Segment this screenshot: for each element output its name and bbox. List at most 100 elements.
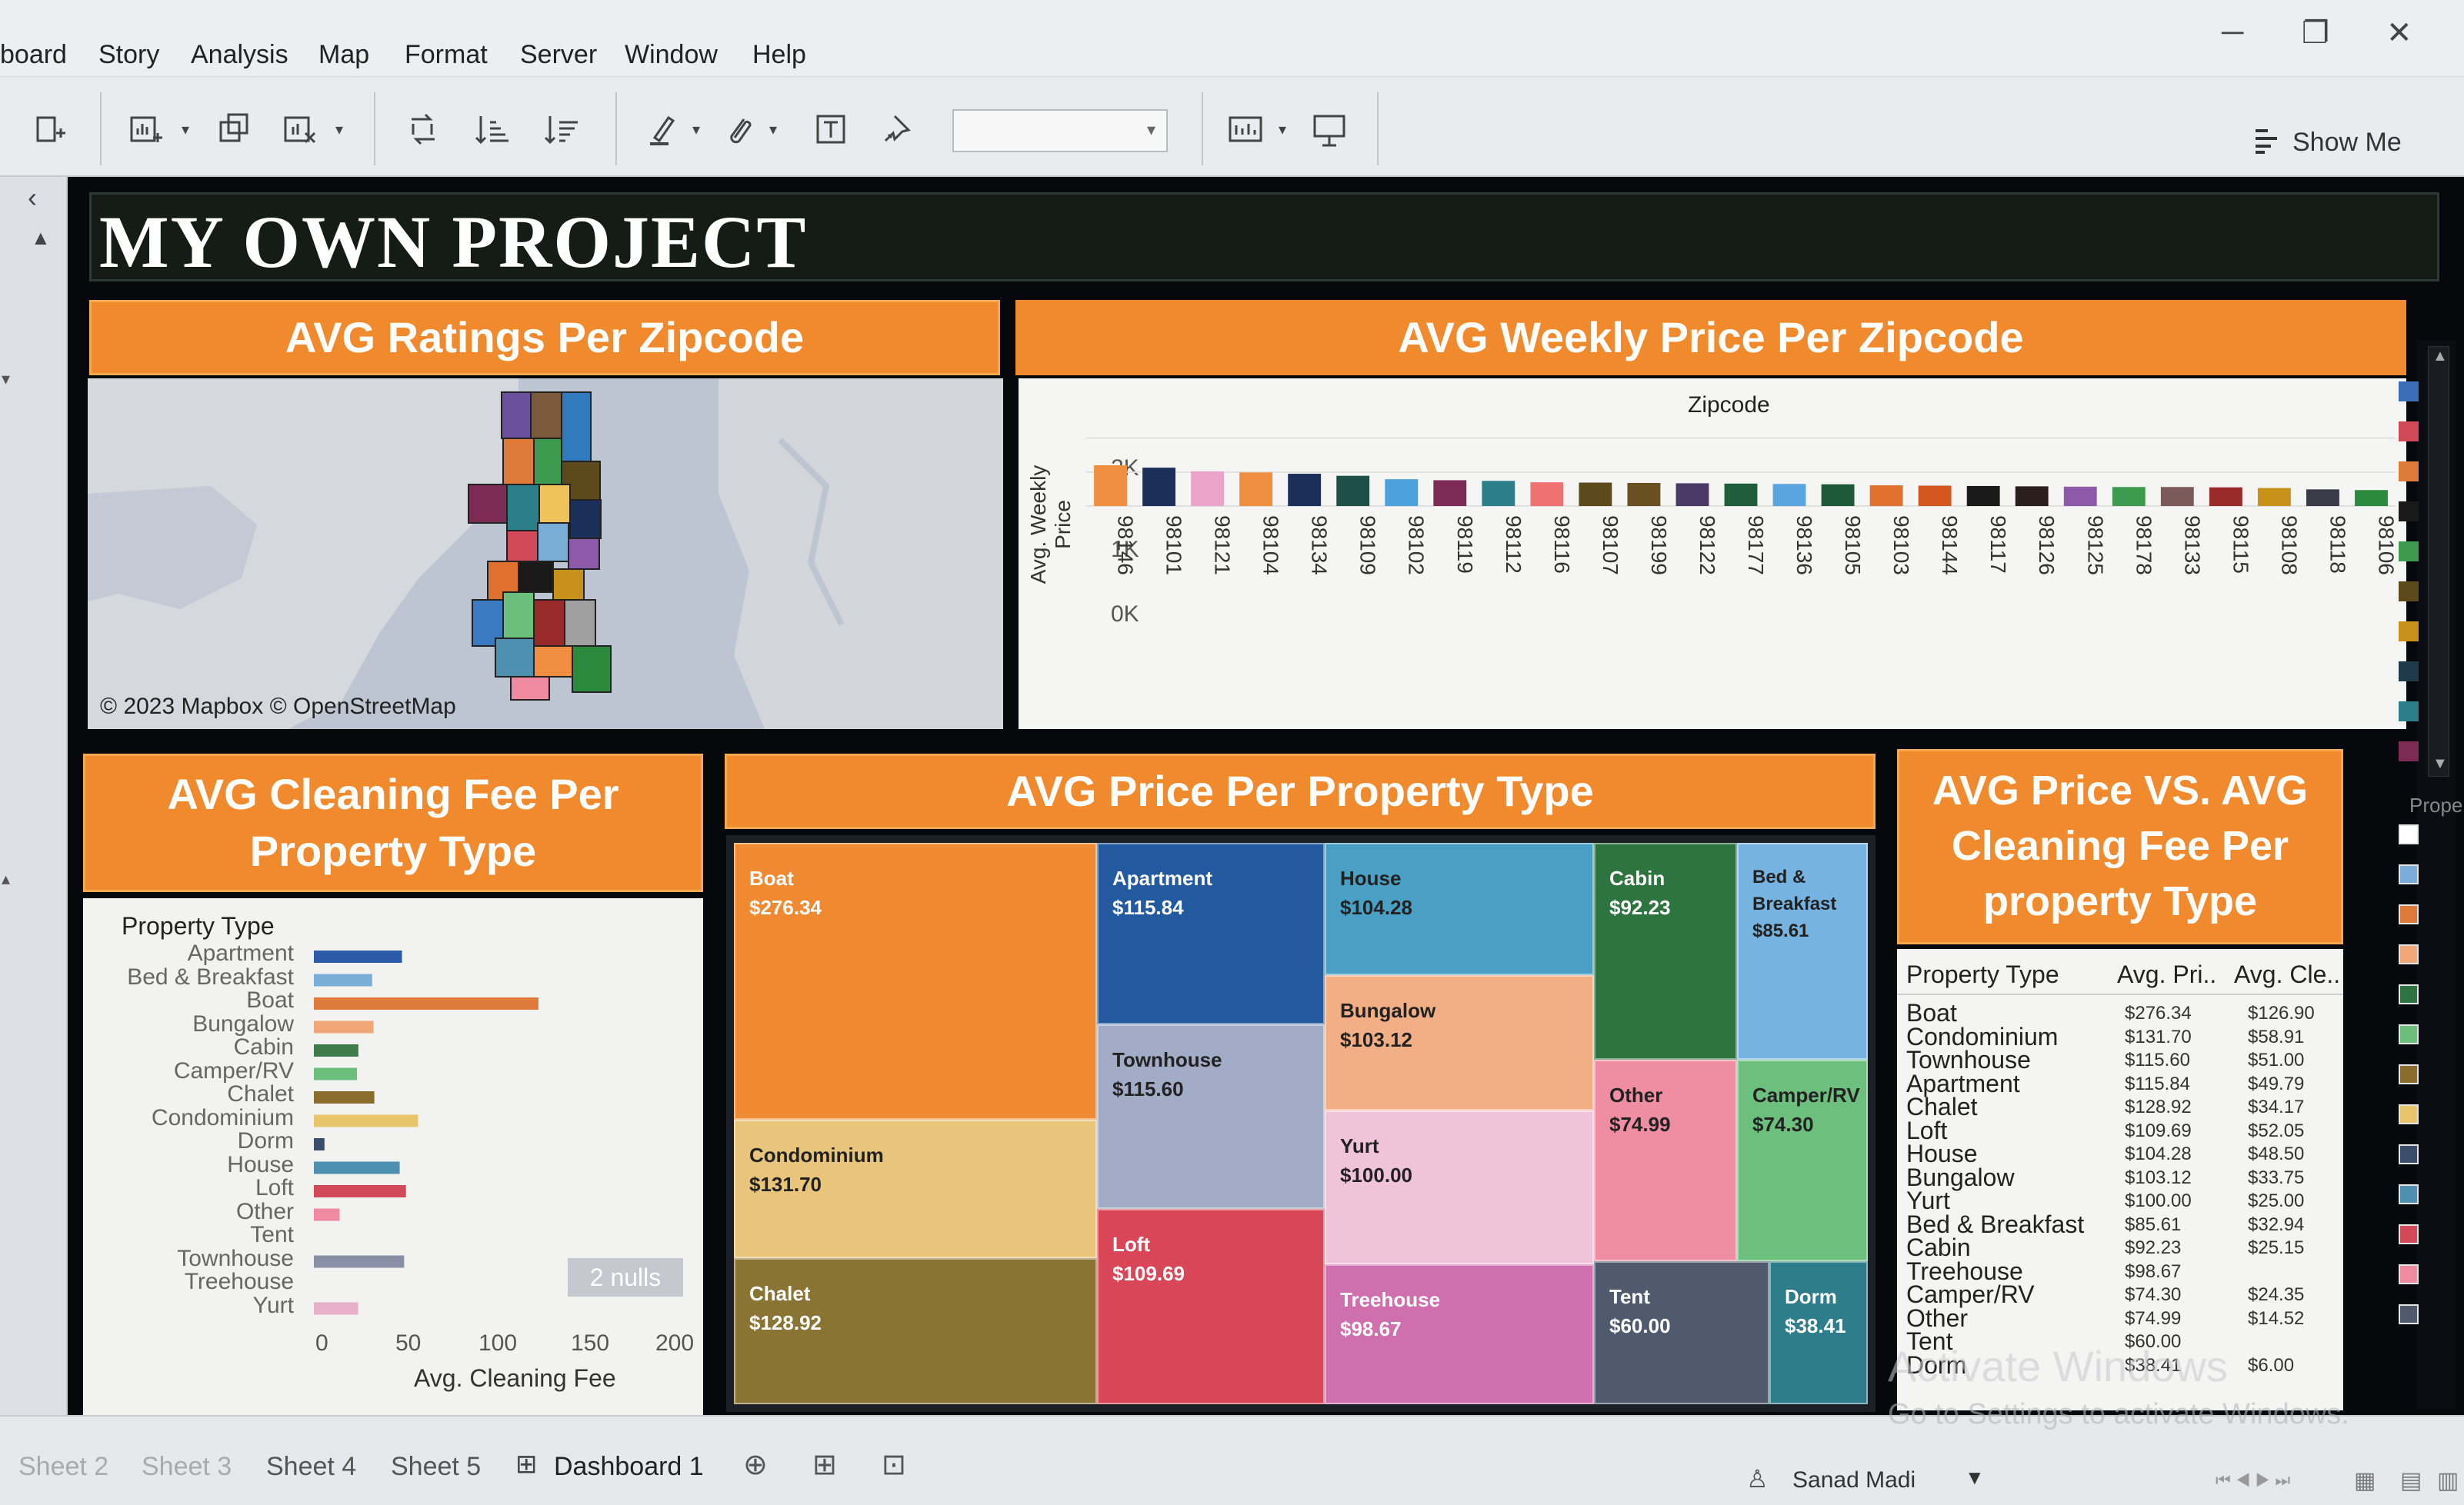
navigation-icons[interactable]: ⏮ ◀ ▶ ⏭ (2216, 1470, 2290, 1490)
cleaning-bar[interactable] (314, 1067, 358, 1080)
treemap-cell-loft[interactable]: Loft $109.69 (1097, 1209, 1325, 1404)
column-header[interactable]: Property Type (1906, 962, 2059, 987)
menu-window[interactable]: Window (625, 40, 718, 70)
treemap-cell-treehouse[interactable]: Treehouse $98.67 (1325, 1264, 1594, 1404)
weekly-bar[interactable] (1482, 481, 1515, 506)
close-icon[interactable]: ✕ (2386, 15, 2412, 51)
chevron-down-icon[interactable]: ▾ (1271, 106, 1294, 152)
tab-sheet-2[interactable]: Sheet 2 (18, 1452, 108, 1482)
clear-sheet-icon[interactable] (277, 106, 323, 152)
weekly-bar[interactable] (2112, 487, 2146, 506)
minimize-icon[interactable]: ─ (2222, 15, 2243, 50)
show-me-button[interactable]: Show Me (2292, 128, 2402, 158)
highlight-icon[interactable] (639, 106, 685, 152)
legend-swatch[interactable] (2399, 1144, 2419, 1164)
legend-swatch[interactable] (2399, 944, 2419, 964)
ratings-map[interactable]: © 2023 Mapbox © OpenStreetMap (88, 378, 1003, 729)
weekly-bar[interactable] (1821, 484, 1855, 506)
legend-swatch[interactable] (2399, 1104, 2419, 1124)
new-worksheet-icon[interactable]: ⊕ (743, 1447, 768, 1482)
presentation-icon[interactable] (1223, 106, 1269, 152)
legend-swatch[interactable] (2399, 701, 2419, 721)
legend-swatch[interactable] (2399, 661, 2419, 681)
weekly-bar[interactable] (2160, 487, 2194, 506)
weekly-bar[interactable] (2015, 486, 2049, 506)
user-name[interactable]: Sanad Madi (1792, 1467, 1916, 1493)
legend-swatch[interactable] (2399, 581, 2419, 601)
show-mark-labels-icon[interactable] (808, 106, 854, 152)
chevron-down-icon[interactable]: ▾ (762, 106, 785, 152)
new-dashboard-icon[interactable]: ⊞ (812, 1447, 837, 1482)
legend-swatch[interactable] (2399, 501, 2419, 521)
treemap-cell-condominium[interactable]: Condominium $131.70 (734, 1120, 1097, 1258)
tab-sheet-4[interactable]: Sheet 4 (266, 1452, 356, 1482)
treemap-cell-dorm[interactable]: Dorm $38.41 (1769, 1261, 1868, 1404)
legend-swatch[interactable] (2399, 461, 2419, 481)
weekly-bar[interactable] (1239, 472, 1273, 506)
tab-dashboard-1[interactable]: Dashboard 1 (554, 1452, 704, 1482)
new-datasource-icon[interactable] (28, 106, 74, 152)
duplicate-sheet-icon[interactable] (212, 106, 258, 152)
legend-swatch[interactable] (2399, 1064, 2419, 1084)
cleaning-bar[interactable] (314, 951, 402, 963)
chevron-down-icon[interactable]: ▾ (685, 106, 708, 152)
weekly-bar[interactable] (1724, 483, 1758, 506)
legend-swatch[interactable] (2399, 541, 2419, 561)
weekly-bar[interactable] (1288, 474, 1322, 506)
treemap-cell-house[interactable]: House $104.28 (1325, 843, 1594, 975)
weekly-bar[interactable] (1918, 485, 1952, 507)
fix-axes-icon[interactable] (874, 106, 920, 152)
weekly-bar[interactable] (1869, 485, 1903, 506)
scroll-up-icon[interactable]: ▲ (31, 226, 51, 250)
treemap-cell-tent[interactable]: Tent $60.00 (1594, 1261, 1769, 1404)
cleaning-bar[interactable] (314, 1091, 375, 1104)
treemap-cell-boat[interactable]: Boat $276.34 (734, 843, 1097, 1120)
legend-swatch[interactable] (2399, 864, 2419, 884)
treemap-cell-cabin[interactable]: Cabin $92.23 (1594, 843, 1737, 1060)
weekly-bar[interactable] (1675, 483, 1709, 506)
weekly-bar[interactable] (2209, 487, 2242, 506)
chevron-down-icon[interactable]: ▼ (1965, 1466, 1985, 1490)
legend-swatch[interactable] (2399, 1184, 2419, 1204)
treemap-cell-other[interactable]: Other $74.99 (1594, 1060, 1737, 1261)
menu-story[interactable]: Story (98, 40, 159, 70)
sort-descending-icon[interactable] (538, 106, 585, 152)
tile-view-icon[interactable]: ▤ (2400, 1467, 2422, 1494)
cleaning-bar[interactable] (314, 1208, 340, 1221)
weekly-bar[interactable] (1191, 471, 1225, 506)
column-header[interactable]: Avg. Pri.. (2117, 962, 2216, 987)
weekly-bar[interactable] (1142, 468, 1175, 506)
treemap-cell-townhouse[interactable]: Townhouse $115.60 (1097, 1024, 1325, 1209)
chevron-down-icon[interactable]: ▾ (174, 106, 197, 152)
tab-sheet-3[interactable]: Sheet 3 (142, 1452, 232, 1482)
sort-ascending-icon[interactable] (469, 106, 515, 152)
menu-help[interactable]: Help (752, 40, 806, 70)
show-me-icon[interactable] (2252, 125, 2283, 159)
legend-swatch[interactable] (2399, 1024, 2419, 1044)
new-worksheet-icon[interactable] (123, 106, 169, 152)
treemap-cell-bed-breakfast[interactable]: Bed & Breakfast $85.61 (1737, 843, 1868, 1060)
grid-view-icon[interactable]: ▦ (2354, 1467, 2376, 1494)
menu-format[interactable]: Format (405, 40, 488, 70)
cleaning-bar[interactable] (314, 997, 538, 1010)
cleaning-bar[interactable] (314, 974, 372, 987)
weekly-bar[interactable] (1530, 482, 1564, 506)
restore-icon[interactable]: ❐ (2302, 15, 2329, 51)
cleaning-bar[interactable] (314, 1021, 374, 1034)
present-mode-icon[interactable] (1306, 106, 1352, 152)
weekly-bar[interactable] (1336, 475, 1370, 506)
swap-axes-icon[interactable] (400, 106, 446, 152)
legend-swatch[interactable] (2399, 621, 2419, 641)
weekly-bar[interactable] (2063, 486, 2097, 506)
menu-dashboard[interactable]: board (0, 40, 67, 70)
menu-server[interactable]: Server (520, 40, 597, 70)
weekly-bar[interactable] (1579, 482, 1612, 506)
chevron-down-icon[interactable]: ▾ (2, 369, 10, 389)
legend-swatch[interactable] (2399, 904, 2419, 924)
treemap-cell-bungalow[interactable]: Bungalow $103.12 (1325, 975, 1594, 1110)
legend-swatch[interactable] (2399, 421, 2419, 441)
legend-swatch[interactable] (2399, 824, 2419, 844)
weekly-bar[interactable] (2306, 489, 2339, 506)
legend-swatch[interactable] (2399, 1264, 2419, 1284)
fit-dropdown[interactable]: ▾ (952, 109, 1168, 152)
